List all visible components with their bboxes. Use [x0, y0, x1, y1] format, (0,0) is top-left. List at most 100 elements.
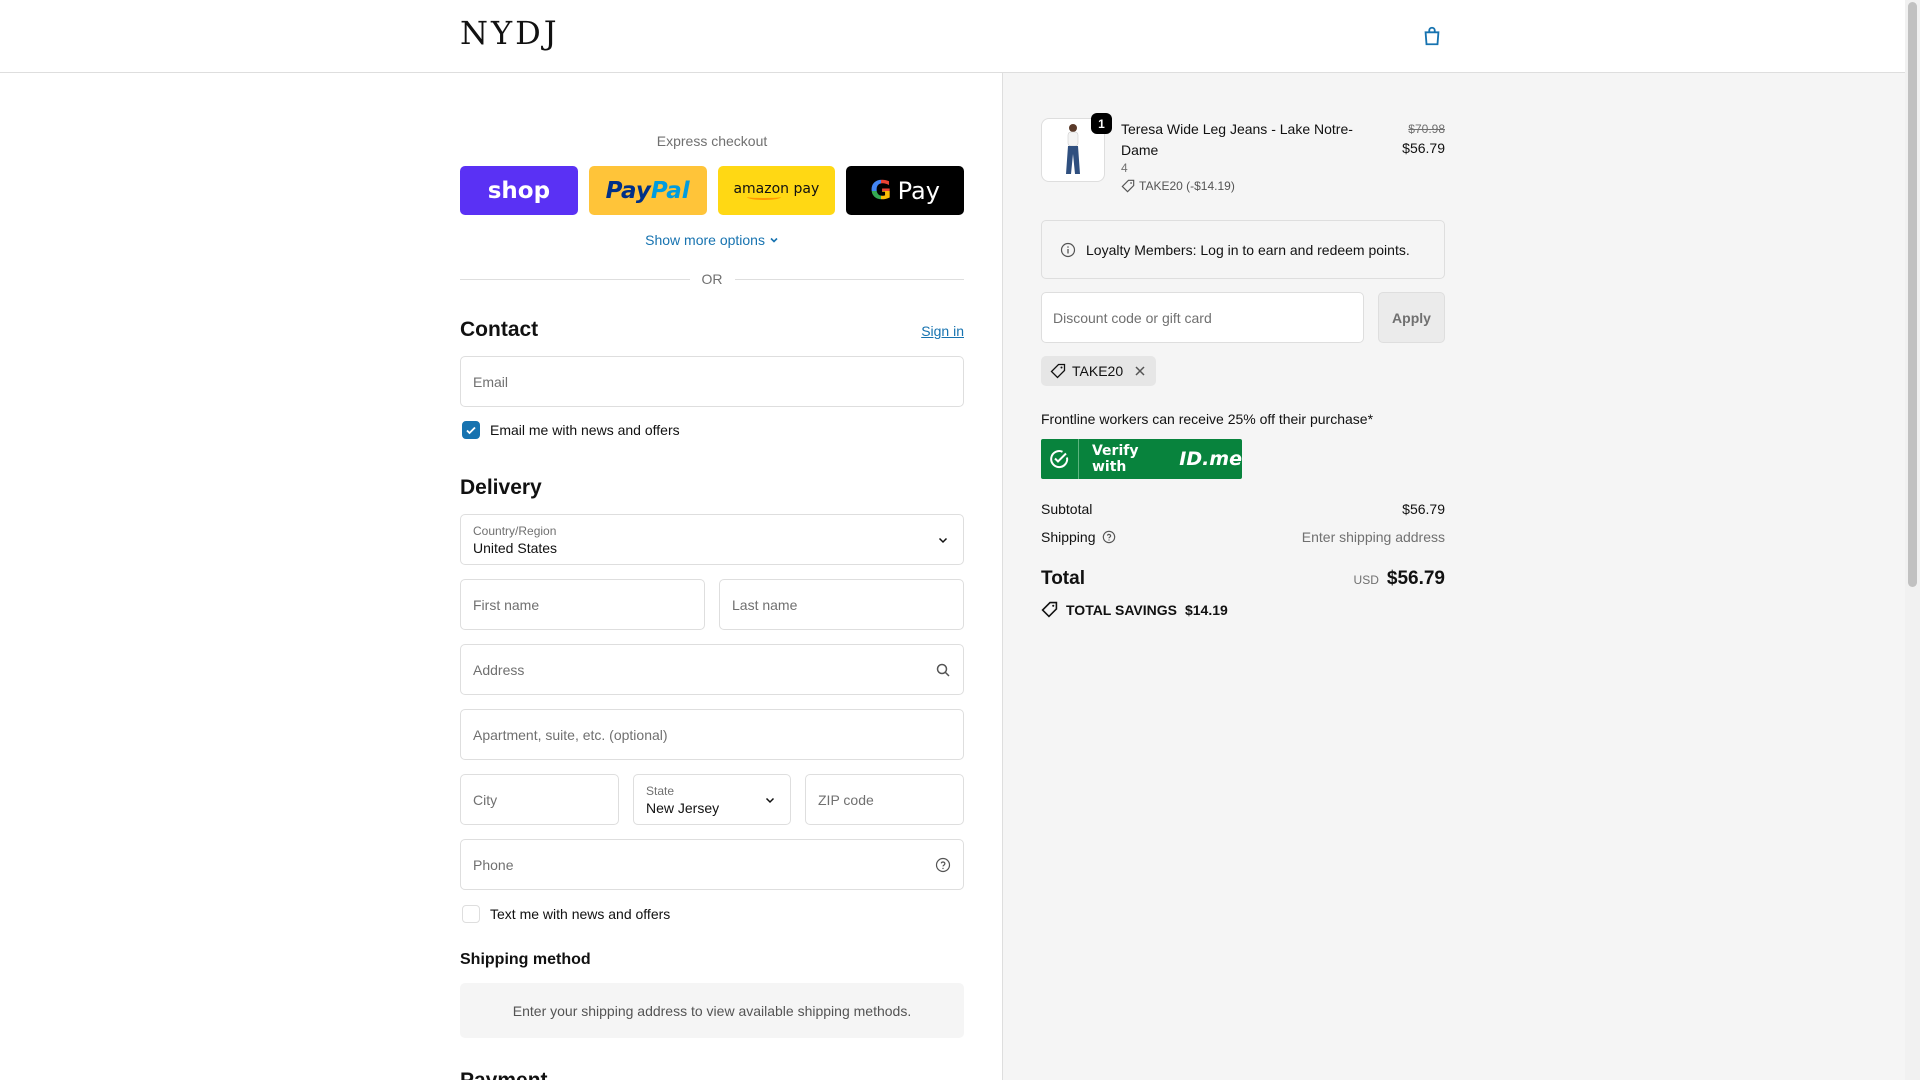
- paypal-button[interactable]: Pay Pal: [588, 166, 707, 215]
- subtotal-row: Subtotal $56.79: [1041, 501, 1445, 517]
- delivery-title: Delivery: [460, 476, 542, 499]
- product-discount-label: TAKE20 (-$14.19): [1139, 179, 1235, 193]
- help-circle-icon[interactable]: [1102, 530, 1116, 544]
- scrollbar[interactable]: [1905, 0, 1920, 1080]
- divider-line: [734, 278, 964, 280]
- email-news-checkbox[interactable]: [462, 421, 480, 439]
- product-name: Teresa Wide Leg Jeans - Lake Notre-Dame: [1121, 121, 1353, 158]
- text-news-checkbox-row[interactable]: Text me with news and offers: [462, 905, 670, 923]
- idme-brand: ID.me: [1179, 448, 1242, 470]
- state-value: New Jersey: [646, 800, 720, 816]
- tag-icon: [1041, 601, 1058, 618]
- idme-check-icon: [1041, 439, 1079, 479]
- subtotal-label: Subtotal: [1041, 501, 1093, 517]
- chevron-down-icon: [770, 237, 778, 243]
- apply-discount-button[interactable]: Apply: [1378, 292, 1445, 343]
- check-circle-icon: [1050, 450, 1069, 469]
- product-thumbnail: 1: [1041, 113, 1112, 182]
- applied-code-label: TAKE20: [1072, 363, 1124, 379]
- tag-icon: [1050, 363, 1066, 379]
- shipping-row: Shipping Enter shipping address: [1041, 529, 1445, 545]
- paypal-label-2: Pal: [650, 177, 690, 204]
- discount-code-field[interactable]: [1041, 292, 1364, 343]
- apartment-input[interactable]: [461, 710, 963, 759]
- shopping-bag-icon[interactable]: [1421, 25, 1443, 47]
- close-icon[interactable]: [1133, 364, 1147, 378]
- country-label: Country/Region: [473, 524, 557, 538]
- verify-idme-button[interactable]: Verify with ID.me: [1041, 439, 1242, 479]
- or-label: OR: [701, 271, 723, 287]
- total-row: Total USD $56.79: [1041, 568, 1445, 590]
- applied-discount-tag: TAKE20: [1041, 356, 1157, 386]
- total-value-group: USD $56.79: [1354, 568, 1445, 590]
- first-name-field[interactable]: [460, 579, 705, 630]
- product-original-price: $70.98: [1408, 122, 1445, 136]
- address-field[interactable]: [460, 644, 964, 695]
- help-circle-icon[interactable]: [935, 857, 951, 873]
- discount-code-input[interactable]: [1042, 293, 1363, 342]
- chevron-down-icon: [765, 797, 775, 804]
- product-discount: TAKE20 (-$14.19): [1121, 179, 1235, 193]
- text-news-checkbox[interactable]: [462, 905, 480, 923]
- contact-title: Contact: [460, 318, 539, 341]
- last-name-input[interactable]: [720, 580, 963, 629]
- nydj-logo[interactable]: NYDJ: [460, 14, 560, 52]
- total-savings-label: TOTAL SAVINGS: [1066, 601, 1177, 618]
- frontline-text: Frontline workers can receive 25% off th…: [1041, 411, 1374, 427]
- shipping-label-group: Shipping: [1041, 529, 1116, 545]
- total-savings: TOTAL SAVINGS $14.19: [1041, 601, 1228, 618]
- quantity-badge: 1: [1091, 113, 1112, 134]
- idme-label: Verify with: [1091, 443, 1139, 475]
- first-name-input[interactable]: [461, 580, 704, 629]
- shipping-value: Enter shipping address: [1301, 529, 1445, 545]
- express-buttons: shop Pay Pal amazon pay G Pay: [460, 166, 964, 215]
- total-currency: USD: [1353, 573, 1379, 587]
- zip-input[interactable]: [806, 775, 963, 824]
- scrollbar-thumb[interactable]: [1908, 2, 1917, 587]
- country-select[interactable]: Country/Region United States: [460, 514, 964, 565]
- state-select[interactable]: State New Jersey: [633, 774, 791, 825]
- shipping-method-note: Enter your shipping address to view avai…: [460, 983, 964, 1038]
- chevron-down-icon: [938, 537, 948, 544]
- city-input[interactable]: [461, 775, 618, 824]
- paypal-label-1: Pay: [605, 177, 651, 204]
- email-input[interactable]: [461, 357, 963, 406]
- address-input[interactable]: [461, 645, 963, 694]
- last-name-field[interactable]: [719, 579, 964, 630]
- state-label: State: [646, 784, 675, 798]
- shipping-label: Shipping: [1041, 529, 1096, 545]
- shop-pay-label: shop: [487, 177, 551, 204]
- zip-field[interactable]: [805, 774, 964, 825]
- email-news-checkbox-row[interactable]: Email me with news and offers: [462, 421, 680, 439]
- divider-line: [460, 278, 690, 280]
- loyalty-banner: Loyalty Members: Log in to earn and rede…: [1041, 220, 1445, 279]
- express-checkout-title: Express checkout: [656, 133, 768, 149]
- info-icon: [1060, 242, 1076, 257]
- tag-icon: [1121, 179, 1135, 193]
- search-icon[interactable]: [935, 662, 951, 678]
- text-news-label: Text me with news and offers: [490, 906, 671, 922]
- phone-field[interactable]: [460, 839, 964, 890]
- email-news-label: Email me with news and offers: [490, 422, 680, 438]
- show-more-options-link[interactable]: Show more options: [460, 232, 964, 248]
- product-price: $56.79: [1402, 140, 1445, 156]
- sign-in-link[interactable]: Sign in: [921, 323, 964, 339]
- city-field[interactable]: [460, 774, 619, 825]
- shop-pay-button[interactable]: shop: [460, 166, 578, 215]
- header: NYDJ: [0, 0, 1905, 73]
- email-field[interactable]: [460, 356, 964, 407]
- amazon-pay-button[interactable]: amazon pay: [717, 166, 836, 215]
- or-divider: OR: [460, 271, 964, 287]
- payment-title: Payment: [460, 1069, 548, 1080]
- google-pay-label: Pay: [897, 176, 940, 205]
- total-value: $56.79: [1386, 568, 1445, 589]
- show-more-label: Show more options: [645, 232, 765, 248]
- total-savings-value: $14.19: [1184, 601, 1228, 618]
- subtotal-value: $56.79: [1402, 501, 1445, 517]
- shipping-method-title: Shipping method: [460, 951, 591, 968]
- checkmark-icon: [466, 426, 476, 435]
- google-pay-button[interactable]: G Pay: [846, 166, 964, 215]
- loyalty-text: Loyalty Members: Log in to earn and rede…: [1086, 241, 1410, 258]
- phone-input[interactable]: [461, 840, 963, 889]
- apartment-field[interactable]: [460, 709, 964, 760]
